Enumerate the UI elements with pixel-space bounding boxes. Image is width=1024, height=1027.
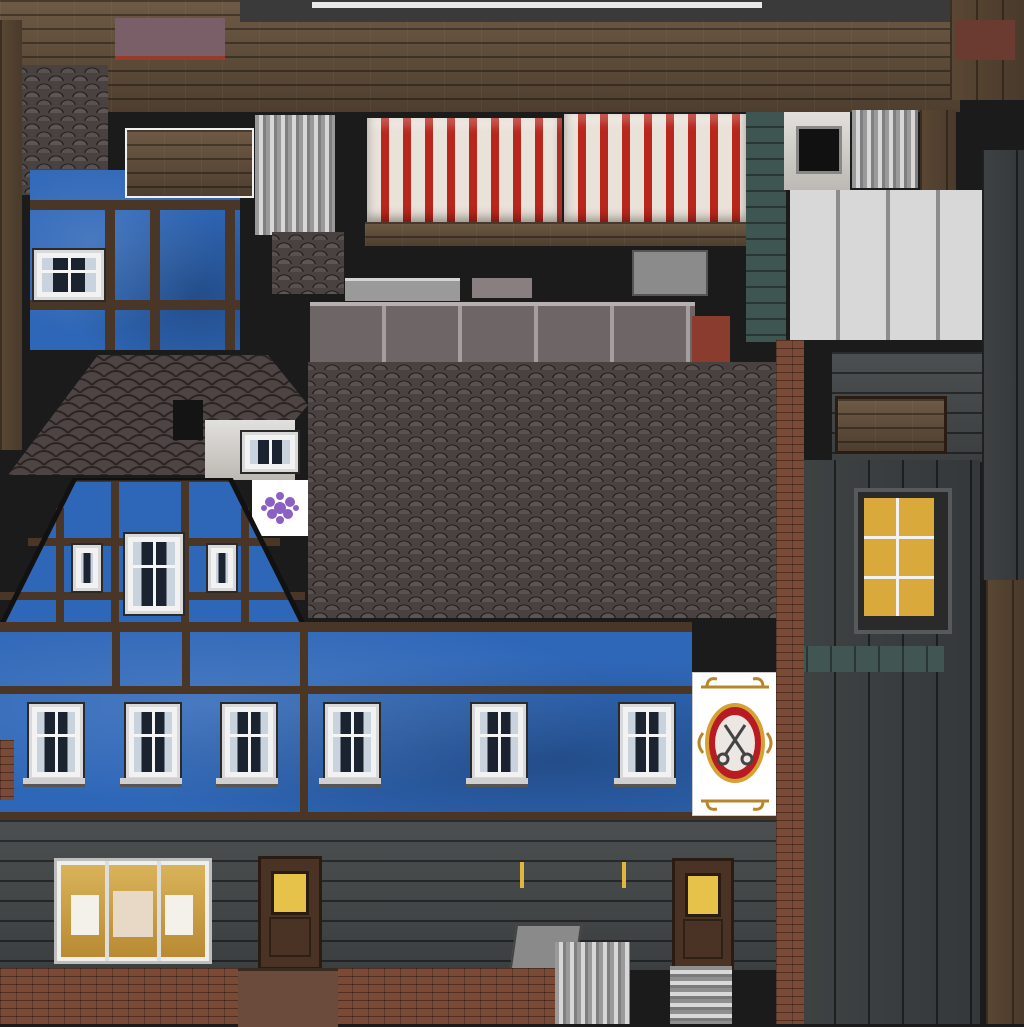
shop-door-right (672, 858, 734, 972)
gold-slit-2 (622, 862, 626, 888)
corrugated-panel-left (255, 115, 335, 235)
shop-window-mullion-2 (157, 861, 161, 961)
facade-post-1 (112, 628, 120, 688)
red-roof-corner (692, 316, 730, 362)
large-shingle-roof (308, 362, 776, 618)
right-lit-window (854, 488, 952, 634)
gray-ledge-1 (345, 278, 460, 301)
window-sill-6 (614, 778, 676, 787)
window-sill-5 (466, 778, 528, 787)
right-wooden-door (835, 396, 947, 454)
lit-window-mullion (896, 498, 899, 616)
window-sill-2 (120, 778, 182, 787)
green-tile-column (746, 112, 786, 342)
lit-window-bar-2 (864, 576, 934, 579)
gold-slit-1 (520, 862, 524, 888)
striped-awning-1 (367, 118, 562, 223)
small-vent (920, 110, 956, 195)
facade-window-5 (472, 704, 526, 780)
awning-base-beam (365, 222, 775, 246)
left-brick-strip (0, 740, 14, 800)
window-sill-1 (23, 778, 85, 787)
shop-poster-1 (71, 895, 99, 935)
far-right-column (982, 150, 1024, 580)
timber-beam-v3 (225, 200, 235, 350)
timber-beam-v1 (105, 200, 115, 350)
shop-poster-2 (113, 891, 153, 937)
corrugated-cellar-panel (555, 942, 630, 1024)
gable-window-left (73, 545, 101, 591)
shop-window (54, 858, 212, 964)
chimney-box (784, 112, 850, 190)
facade-beam-top (0, 622, 692, 632)
gable-window-right (208, 545, 236, 591)
gray-ledge-2 (472, 278, 532, 298)
right-brick-strip (776, 340, 804, 1024)
roof-ridge-cap (310, 302, 695, 366)
facade-window-3 (222, 704, 276, 780)
shop-poster-3 (165, 895, 193, 935)
gable-window-center (125, 534, 183, 614)
facade-window-2 (126, 704, 180, 780)
window-sill-4 (319, 778, 381, 787)
white-wall-panels (790, 190, 985, 340)
striped-awning-2 (564, 114, 746, 224)
top-right-brick (955, 20, 1015, 60)
timber-beam-h1 (30, 200, 240, 210)
facade-beam-bottom (0, 812, 780, 820)
timber-beam-v2 (150, 200, 160, 350)
shutter-panel (125, 128, 254, 198)
right-green-trim (784, 646, 944, 672)
metal-bin (670, 966, 732, 1024)
small-metal-hood (632, 250, 708, 296)
facade-window-1 (29, 704, 83, 780)
shop-door-left (258, 856, 322, 970)
corrugated-panel-small (852, 110, 918, 188)
far-right-wood (986, 580, 1024, 1024)
lit-window-bar-1 (864, 536, 934, 539)
small-roof-chip (272, 232, 344, 294)
timber-beam-h2 (30, 300, 240, 310)
facade-post-2 (182, 628, 190, 688)
window-sill-3 (216, 778, 278, 787)
upper-left-window (34, 250, 104, 300)
dormer-window (242, 432, 298, 472)
facade-window-6 (620, 704, 674, 780)
chimney-opening (796, 126, 842, 174)
lit-window-glass (864, 498, 934, 616)
top-white-edge (312, 2, 762, 8)
shop-window-mullion (105, 861, 109, 961)
ground-stone-step (238, 968, 338, 1027)
top-purple-block (115, 18, 225, 60)
facade-beam-mid (0, 686, 692, 694)
facade-window-4 (325, 704, 379, 780)
hairdresser-sign (692, 672, 778, 816)
facade-post-3 (300, 628, 308, 818)
